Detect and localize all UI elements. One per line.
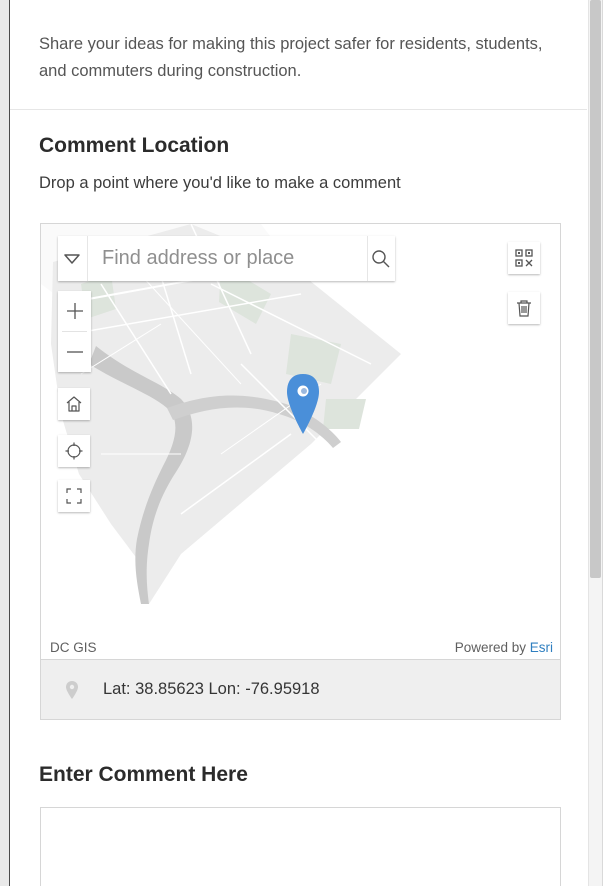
map-basemap[interactable] — [41, 224, 561, 634]
fullscreen-button[interactable] — [58, 480, 90, 512]
map-search-bar[interactable] — [58, 236, 395, 281]
map-attribution: DC GIS Powered by Esri — [41, 634, 560, 659]
comment-location-title: Comment Location — [39, 134, 230, 157]
coordinates-bar: Lat: 38.85623 Lon: -76.95918 — [40, 660, 561, 720]
search-icon[interactable] — [366, 236, 395, 281]
qr-code-icon — [515, 249, 533, 267]
trash-icon — [517, 300, 531, 317]
map-pin-icon — [66, 681, 78, 699]
coordinates-text: Lat: 38.85623 Lon: -76.95918 — [103, 680, 320, 698]
locate-icon — [65, 442, 83, 460]
qr-code-button[interactable] — [508, 242, 540, 274]
scrollbar-thumb[interactable] — [590, 0, 601, 578]
fullscreen-icon — [66, 488, 82, 504]
enter-comment-title: Enter Comment Here — [39, 763, 248, 786]
minus-icon — [66, 351, 83, 353]
delete-button[interactable] — [508, 292, 540, 324]
locate-button[interactable] — [58, 435, 90, 467]
map-search-input[interactable] — [87, 236, 367, 281]
home-icon — [66, 396, 82, 412]
section-divider — [10, 109, 587, 110]
intro-text: Share your ideas for making this project… — [39, 35, 543, 80]
chevron-down-icon[interactable] — [58, 236, 88, 281]
comment-textarea[interactable] — [40, 807, 561, 886]
zoom-controls — [58, 291, 91, 372]
comment-location-help: Drop a point where you'd like to make a … — [39, 174, 401, 192]
map-view[interactable]: DC GIS Powered by Esri — [40, 223, 561, 660]
plus-icon — [66, 303, 83, 319]
attribution-source: DC GIS — [50, 640, 97, 655]
zoom-in-button[interactable] — [58, 291, 91, 331]
home-button[interactable] — [58, 388, 90, 420]
frame-outline — [9, 0, 10, 886]
zoom-out-button[interactable] — [58, 332, 91, 372]
powered-by: Powered by Esri — [455, 640, 553, 655]
esri-link[interactable]: Esri — [530, 640, 553, 655]
powered-by-label: Powered by — [454, 640, 526, 655]
